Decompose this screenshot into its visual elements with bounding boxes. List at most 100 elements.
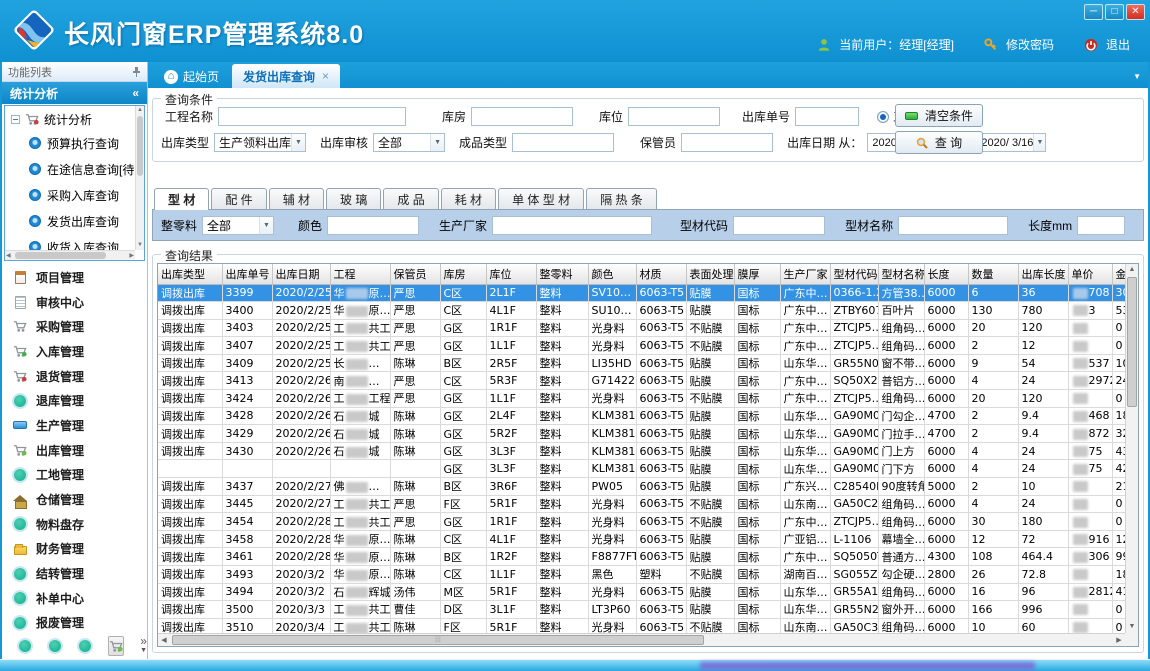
location-input[interactable]: [628, 107, 720, 126]
table-row[interactable]: 调拨出库34242020/2/26工工程严思G区1L1F整料光身料6063-T5…: [158, 390, 1125, 408]
audit-select[interactable]: 全部▼: [373, 133, 445, 152]
vscroll-thumb[interactable]: [1127, 277, 1137, 407]
tab-home[interactable]: ⌂ 起始页: [151, 65, 232, 88]
maximize-button[interactable]: □: [1105, 4, 1124, 20]
logout-link[interactable]: 退出: [1106, 36, 1130, 53]
table-row[interactable]: 调拨出库35002020/3/3工共工程曹佳D区3L1F整料LT3P606063…: [158, 601, 1125, 619]
tree-vertical-scrollbar[interactable]: ▲ ▼: [135, 106, 144, 250]
profile-name-input[interactable]: [898, 216, 1008, 235]
sidebar-item-7[interactable]: 出库管理: [2, 438, 147, 463]
column-header-14[interactable]: 型材名称: [878, 264, 924, 284]
sidebar-item-10[interactable]: 物料盘存: [2, 512, 147, 537]
sidebar-item-14[interactable]: 报废管理: [2, 611, 147, 633]
material-tab-2[interactable]: 辅 材: [269, 188, 324, 209]
material-tab-5[interactable]: 耗 材: [441, 188, 496, 209]
outbound-no-input[interactable]: [795, 107, 859, 126]
grid-horizontal-scrollbar[interactable]: ◀⁞⁞⁞▶: [158, 633, 1125, 646]
circle-icon[interactable]: [48, 639, 62, 653]
table-row[interactable]: 调拨出库34132020/2/26南…严思C区5R3F整料G714226063-…: [158, 372, 1125, 390]
sidebar-item-13[interactable]: 补单中心: [2, 586, 147, 611]
column-header-4[interactable]: 保管员: [390, 264, 440, 284]
column-header-10[interactable]: 表面处理: [686, 264, 734, 284]
product-type-input[interactable]: [512, 133, 614, 152]
tree-item-2[interactable]: 采购入库查询: [5, 182, 135, 208]
column-header-0[interactable]: 出库类型: [158, 264, 222, 284]
material-tab-0[interactable]: 型 材: [154, 188, 209, 210]
table-row[interactable]: 调拨出库34292020/2/26石城陈琳G区5R2F整料KLM38176063…: [158, 425, 1125, 443]
whole-part-select[interactable]: 全部▼: [202, 216, 274, 235]
pin-icon[interactable]: [131, 67, 141, 77]
sidebar-item-0[interactable]: 项目管理: [2, 265, 147, 290]
circle-icon[interactable]: [18, 639, 32, 653]
material-tab-4[interactable]: 成 品: [383, 188, 438, 209]
column-header-5[interactable]: 库房: [440, 264, 486, 284]
collapse-chevron-icon[interactable]: «: [132, 86, 139, 100]
table-row[interactable]: 调拨出库34072020/2/25工共工程严思G区1L1F整料光身料6063-T…: [158, 337, 1125, 355]
column-header-17[interactable]: 出库长度: [1018, 264, 1068, 284]
sidebar-item-4[interactable]: 退货管理: [2, 364, 147, 389]
table-row[interactable]: 调拨出库34092020/2/25长…陈琳B区2R5F整料LI35HD6063-…: [158, 354, 1125, 372]
sidebar-item-1[interactable]: 审核中心: [2, 290, 147, 315]
sidebar-item-3[interactable]: 入库管理: [2, 339, 147, 364]
minimize-button[interactable]: ─: [1084, 4, 1103, 20]
sidebar-item-12[interactable]: 结转管理: [2, 561, 147, 586]
table-row[interactable]: G区3L3F整料KLM38176063-T5贴膜国标山东华…GA90M09…门下…: [158, 460, 1125, 478]
material-tab-7[interactable]: 隔 热 条: [586, 188, 657, 209]
column-header-8[interactable]: 颜色: [588, 264, 636, 284]
column-header-11[interactable]: 膜厚: [734, 264, 780, 284]
column-header-13[interactable]: 型材代码: [830, 264, 878, 284]
sidebar-item-5[interactable]: 退库管理: [2, 388, 147, 413]
column-header-9[interactable]: 材质: [636, 264, 686, 284]
column-header-18[interactable]: 单价: [1068, 264, 1112, 284]
table-row[interactable]: 调拨出库34942020/3/2石辉城汤伟M区5R1F整料光身料6063-T5贴…: [158, 583, 1125, 601]
sidebar-item-9[interactable]: 仓储管理: [2, 487, 147, 512]
hscroll-thumb[interactable]: ⁞⁞⁞: [172, 635, 704, 645]
sidebar-item-6[interactable]: 生产管理: [2, 413, 147, 438]
clear-conditions-button[interactable]: 清空条件: [895, 104, 983, 127]
table-row[interactable]: 调拨出库34302020/2/26石城陈琳G区3L3F整料KLM38176063…: [158, 442, 1125, 460]
tree-horizontal-scrollbar[interactable]: ◀▶: [5, 250, 135, 260]
table-row[interactable]: 调拨出库34582020/2/28华原…陈琳C区4L1F整料光身料6063-T5…: [158, 530, 1125, 548]
material-tab-3[interactable]: 玻 璃: [326, 188, 381, 209]
cart-button[interactable]: [108, 636, 124, 656]
profile-code-input[interactable]: [733, 216, 825, 235]
table-row[interactable]: 调拨出库34542020/2/28工共工程严思G区1R1F整料光身料6063-T…: [158, 513, 1125, 531]
table-row[interactable]: 调拨出库33992020/2/25华原…严思C区2L1F整料SV10…6063-…: [158, 284, 1125, 302]
tree-item-0[interactable]: 预算执行查询: [5, 130, 135, 156]
table-row[interactable]: 调拨出库34932020/3/2华原…陈琳C区1L1F整料黑色塑料不贴膜国标湖南…: [158, 566, 1125, 584]
material-tab-1[interactable]: 配 件: [211, 188, 266, 209]
manufacturer-input[interactable]: [492, 216, 652, 235]
tree-item-4[interactable]: 收货入库查询: [5, 234, 135, 250]
table-row[interactable]: 调拨出库34612020/2/28华原…陈琳B区1R2F整料F8877FT606…: [158, 548, 1125, 566]
grid-vertical-scrollbar[interactable]: ▲▼: [1125, 264, 1138, 633]
table-row[interactable]: 调拨出库34032020/2/25工共工程严思G区1R1F整料光身料6063-T…: [158, 319, 1125, 337]
project-name-input[interactable]: [218, 107, 406, 126]
sidebar-more-chevron[interactable]: »▼: [140, 637, 147, 655]
column-header-12[interactable]: 生产厂家: [780, 264, 830, 284]
search-button[interactable]: 查 询: [895, 131, 983, 154]
warehouse-input[interactable]: [471, 107, 573, 126]
column-header-6[interactable]: 库位: [486, 264, 536, 284]
tree-root-node[interactable]: 统计分析: [5, 106, 135, 130]
tab-shipment-outbound-query[interactable]: 发货出库查询 ×: [232, 64, 340, 88]
table-row[interactable]: 调拨出库34002020/2/25华原…严思C区4L1F整料SU10…6063-…: [158, 302, 1125, 320]
close-button[interactable]: ✕: [1126, 4, 1145, 20]
date-to-picker[interactable]: 2020/ 3/16▼: [976, 133, 1046, 152]
circle-icon[interactable]: [78, 639, 92, 653]
table-row[interactable]: 调拨出库35102020/3/4工共工程陈琳F区5R1F整料光身料6063-T5…: [158, 618, 1125, 633]
table-row[interactable]: 调拨出库34282020/2/26石城陈琳G区2L4F整料KLM38176063…: [158, 407, 1125, 425]
tree-item-3[interactable]: 发货出库查询: [5, 208, 135, 234]
sidebar-item-2[interactable]: 采购管理: [2, 314, 147, 339]
column-header-15[interactable]: 长度: [924, 264, 968, 284]
outbound-type-select[interactable]: 生产领料出库▼: [214, 133, 306, 152]
column-header-2[interactable]: 出库日期: [272, 264, 330, 284]
column-header-16[interactable]: 数量: [968, 264, 1018, 284]
color-input[interactable]: [327, 216, 419, 235]
sidebar-item-11[interactable]: 财务管理: [2, 537, 147, 562]
column-header-3[interactable]: 工程: [330, 264, 390, 284]
stats-section-bar[interactable]: 统计分析 «: [2, 82, 147, 104]
table-row[interactable]: 调拨出库34372020/2/27佛…陈琳B区3R6F整料PW056063-T5…: [158, 478, 1125, 496]
change-password-link[interactable]: 修改密码: [1006, 36, 1054, 53]
table-row[interactable]: 调拨出库34452020/2/27工共工程严思F区5R1F整料光身料6063-T…: [158, 495, 1125, 513]
tab-list-caret-icon[interactable]: ▼: [1133, 72, 1141, 81]
